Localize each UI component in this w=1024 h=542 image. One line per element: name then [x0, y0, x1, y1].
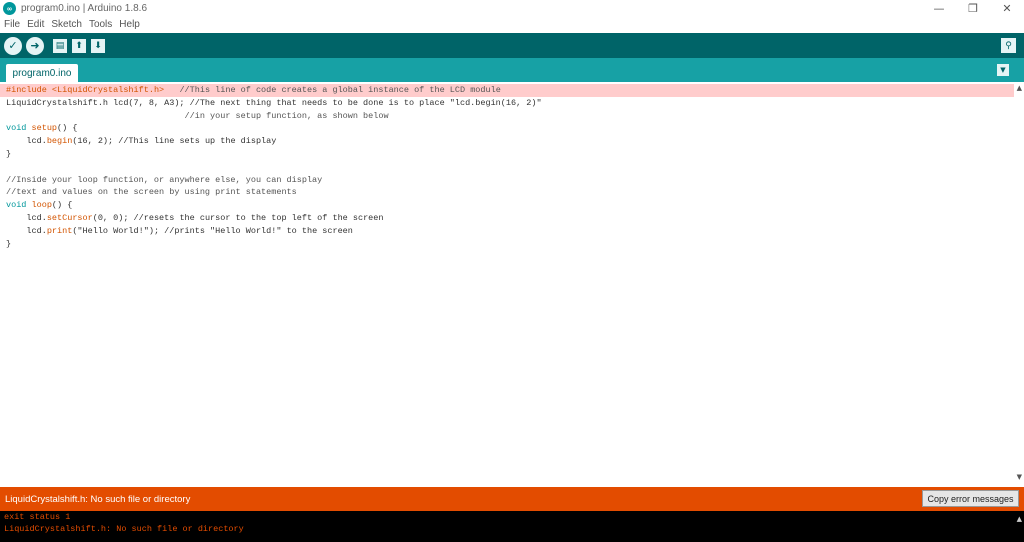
code-editor[interactable]: #include <LiquidCrystalshift.h> //This l… [0, 82, 1024, 485]
window-title: program0.ino | Arduino 1.8.6 [21, 3, 148, 14]
code-line: void loop() { [6, 199, 542, 212]
code-text: () { [51, 200, 73, 211]
console-output[interactable]: exit status 1 LiquidCrystalshift.h: No s… [0, 511, 1024, 542]
function-setup: setup [31, 123, 58, 134]
code-text: (16, 2); //This line sets up the display [72, 136, 277, 147]
console-line: exit status 1 [4, 512, 71, 522]
code-text: ("Hello World!"); //prints "Hello World!… [72, 225, 353, 236]
save-button[interactable]: ⬇ [91, 38, 105, 53]
code-text: lcd. [6, 212, 47, 223]
new-sketch-button[interactable]: ▤ [53, 38, 67, 53]
new-file-icon: ▤ [55, 40, 65, 51]
arduino-logo-icon: ∞ [3, 2, 16, 15]
code-line: lcd.print("Hello World!"); //prints "Hel… [6, 225, 542, 238]
serial-monitor-button[interactable]: ⚲ [1001, 38, 1016, 53]
chevron-down-icon: ▼ [1000, 66, 1006, 74]
code-line: void setup() { [6, 122, 542, 135]
tab-menu-button[interactable]: ▼ [997, 64, 1009, 76]
code-line: //Inside your loop function, or anywhere… [6, 174, 323, 185]
code-line: } [6, 148, 12, 159]
keyword-void: void [6, 200, 27, 211]
code-text: (0, 0); //resets the cursor to the top l… [92, 212, 384, 223]
error-status-bar: LiquidCrystalshift.h: No such file or di… [0, 487, 1024, 511]
menu-tools[interactable]: Tools [89, 19, 112, 30]
minimize-button[interactable]: — [922, 0, 956, 17]
toolbar: ✓ ➜ ▤ ⬆ ⬇ ⚲ [0, 33, 1024, 58]
menu-bar: File Edit Sketch Tools Help [0, 17, 1024, 32]
arrow-down-icon: ⬇ [94, 40, 102, 51]
code-area[interactable]: #include <LiquidCrystalshift.h> //This l… [6, 84, 542, 250]
code-text: lcd. [6, 225, 47, 236]
code-line: //in your setup function, as shown below [6, 110, 389, 121]
code-text: () { [57, 123, 78, 134]
function-loop: loop [31, 200, 52, 211]
function-setcursor: setCursor [46, 212, 93, 223]
scroll-up-icon[interactable]: ▲ [1017, 84, 1022, 92]
console-scroll-up-icon[interactable]: ▲ [1017, 515, 1022, 523]
code-line: LiquidCrystalshift.h lcd(7, 8, A3); //Th… [6, 97, 542, 108]
arrow-right-icon: ➜ [30, 39, 40, 52]
console-line: LiquidCrystalshift.h: No such file or di… [4, 524, 244, 534]
verify-button[interactable]: ✓ [4, 36, 22, 55]
menu-help[interactable]: Help [119, 19, 140, 30]
function-print: print [46, 225, 73, 236]
upload-button[interactable]: ➜ [26, 36, 44, 55]
code-comment: //This line of code creates a global ins… [164, 85, 501, 95]
keyword-void: void [6, 123, 27, 134]
code-line: lcd.begin(16, 2); //This line sets up th… [6, 135, 542, 148]
tab-program0[interactable]: program0.ino [6, 64, 78, 82]
code-line: //text and values on the screen by using… [6, 187, 297, 198]
code-line: #include <LiquidCrystalshift.h> //This l… [6, 84, 542, 97]
error-message: LiquidCrystalshift.h: No such file or di… [5, 493, 191, 505]
copy-error-messages-button[interactable]: Copy error messages [922, 490, 1019, 507]
open-button[interactable]: ⬆ [72, 38, 86, 53]
maximize-button[interactable]: ❐ [956, 0, 990, 17]
code-text: lcd. [6, 136, 47, 147]
tab-bar: program0.ino ▼ [0, 58, 1024, 82]
window-controls: — ❐ ✕ [922, 0, 1024, 17]
scroll-down-icon[interactable]: ▼ [1017, 473, 1022, 481]
function-begin: begin [46, 136, 73, 147]
arrow-up-icon: ⬆ [75, 40, 83, 51]
title-bar: ∞ program0.ino | Arduino 1.8.6 — ❐ ✕ [0, 0, 1024, 17]
include-library: <LiquidCrystalshift.h> [51, 85, 165, 95]
menu-edit[interactable]: Edit [27, 19, 44, 30]
code-line: } [6, 238, 12, 249]
close-button[interactable]: ✕ [990, 0, 1024, 17]
magnifier-icon: ⚲ [1005, 40, 1012, 51]
menu-file[interactable]: File [4, 19, 20, 30]
include-directive: #include [6, 85, 52, 95]
menu-sketch[interactable]: Sketch [51, 19, 82, 30]
code-line: lcd.setCursor(0, 0); //resets the cursor… [6, 212, 542, 225]
checkmark-icon: ✓ [8, 39, 18, 52]
